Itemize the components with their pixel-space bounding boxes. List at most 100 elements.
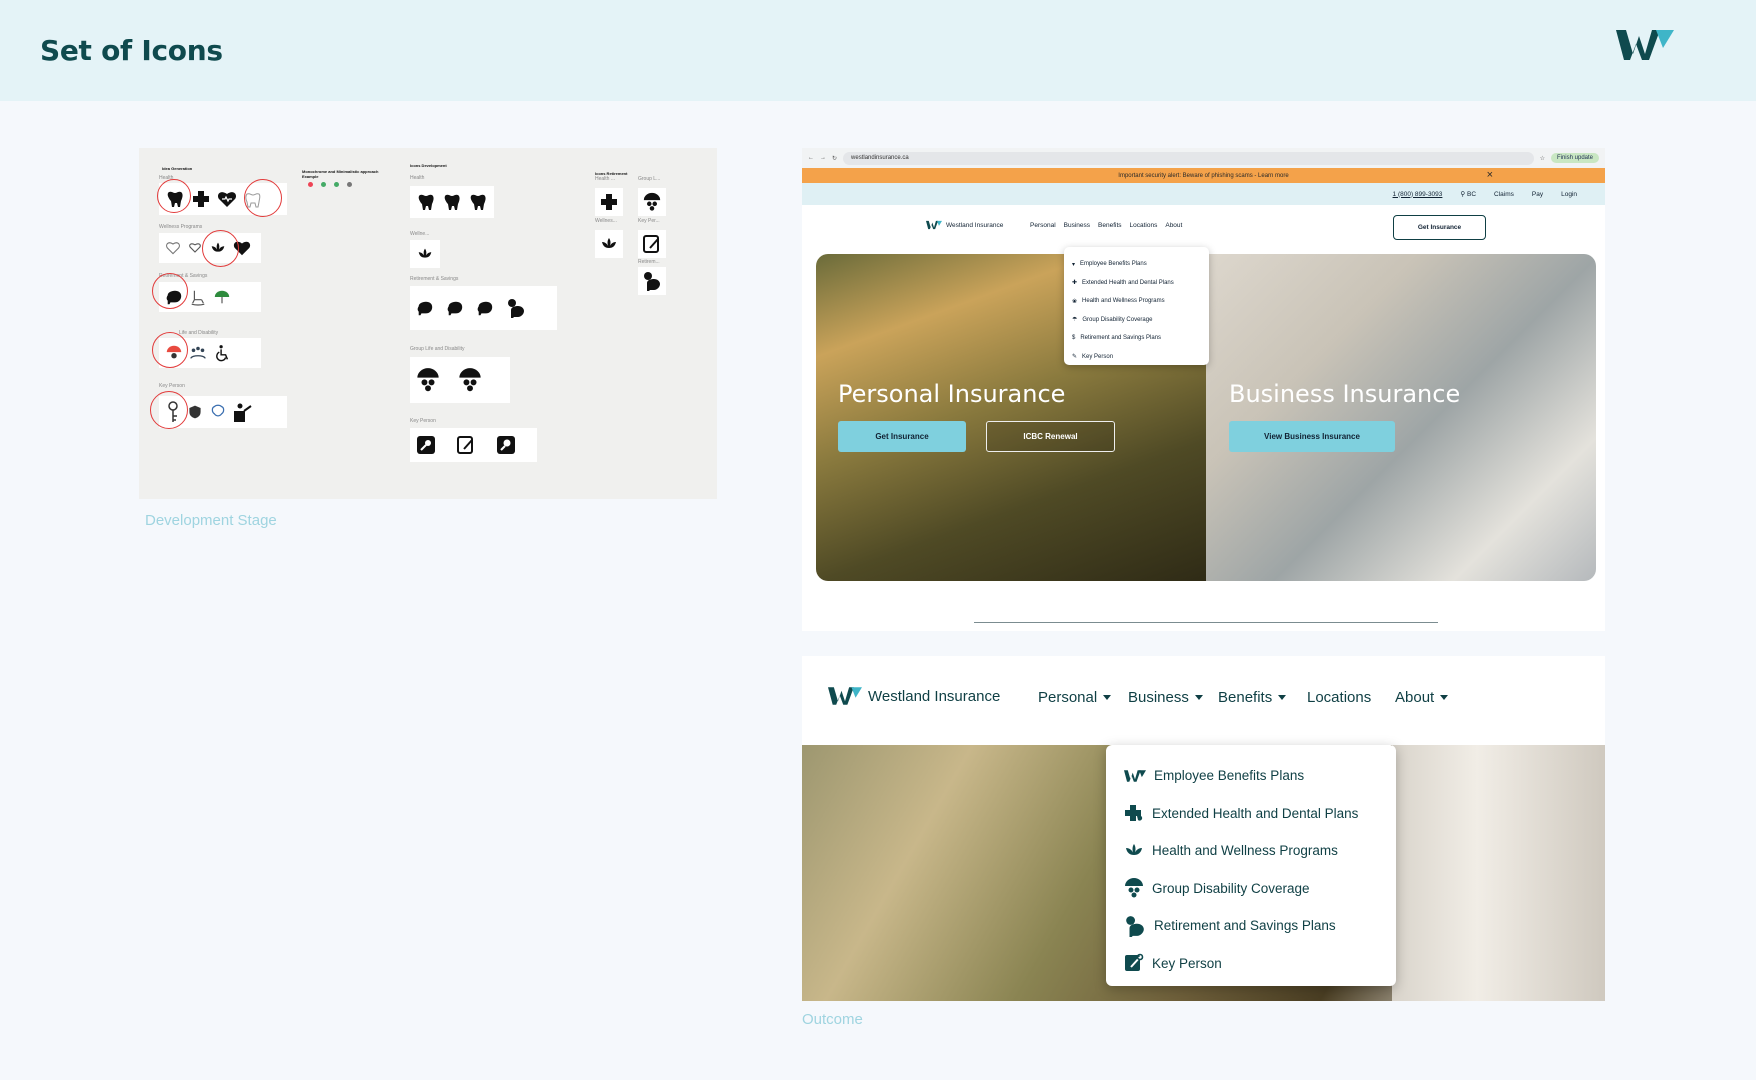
menu-item-label: Group Disability Coverage [1152, 880, 1310, 896]
menu-item-label: Extended Health and Dental Plans [1082, 279, 1174, 286]
menu-item-label: Health and Wellness Programs [1152, 843, 1338, 859]
menu-item-label: Extended Health and Dental Plans [1152, 805, 1359, 821]
menu-item-extended-health[interactable]: Extended Health and Dental Plans [1124, 795, 1396, 833]
piggy-dollar-icon [508, 299, 524, 318]
highlight-ring [150, 391, 188, 429]
menu-item-retirement[interactable]: $ Retirement and Savings Plans [1072, 329, 1201, 348]
outcome-nav-business[interactable]: Business [1128, 689, 1203, 706]
dot-icon [334, 181, 339, 187]
piggy-dollar-icon [644, 272, 660, 291]
phone-link[interactable]: 1 (800) 899-3093 [1393, 191, 1443, 198]
label-wellnes3: Wellnes... [595, 218, 617, 224]
close-icon[interactable]: × [1487, 169, 1493, 181]
label-keyper3: Key Per... [638, 218, 660, 224]
menu-item-group-disability[interactable]: ☂ Group Disability Coverage [1072, 311, 1201, 330]
dev-health-tile [410, 186, 494, 218]
star-icon[interactable]: ☆ [1540, 155, 1545, 162]
label-wellne: Wellne... [410, 231, 430, 237]
outcome-caption: Outcome [802, 1011, 863, 1028]
dev-retirement-tile [410, 286, 557, 330]
menu-item-key-person[interactable]: Key Person [1124, 945, 1396, 983]
health-cross-icon [1125, 805, 1143, 822]
heart-outline-icon [166, 242, 180, 255]
nav-business[interactable]: Business [1064, 222, 1090, 229]
lotus-icon [602, 238, 616, 248]
alert-text[interactable]: Important security alert: Beware of phis… [1118, 173, 1288, 179]
outcome-nav-locations[interactable]: Locations [1307, 689, 1371, 706]
menu-item-group-disability[interactable]: Group Disability Coverage [1124, 870, 1396, 908]
highlight-ring [152, 332, 188, 368]
chevron-down-icon [1103, 695, 1112, 700]
site-brand[interactable]: Westland Insurance [926, 220, 1003, 230]
business-hero-image [1206, 254, 1596, 581]
reload-icon[interactable]: ↻ [832, 155, 837, 162]
development-caption: Development Stage [145, 512, 277, 529]
westland-logo-icon [828, 687, 862, 705]
ret-key-tile [638, 230, 666, 258]
forward-icon[interactable]: → [820, 155, 826, 161]
group-icon [190, 346, 206, 359]
label-key2: Key Person [410, 418, 436, 424]
menu-item-employee-benefits[interactable]: Employee Benefits Plans [1124, 757, 1396, 795]
menu-item-employee-benefits[interactable]: ▾ Employee Benefits Plans [1072, 255, 1201, 274]
nav-label: Benefits [1218, 689, 1273, 706]
outcome-brand[interactable]: Westland Insurance [828, 686, 1000, 706]
key-document-icon [457, 436, 473, 454]
dot-icon [321, 181, 326, 187]
person-key-icon [234, 403, 252, 422]
umbrella-icon [214, 290, 230, 304]
label-key: Key Person [159, 383, 185, 389]
menu-item-label: Retirement and Savings Plans [1080, 335, 1162, 342]
tooth-icon [470, 194, 486, 210]
menu-item-retirement[interactable]: Retirement and Savings Plans [1124, 907, 1396, 945]
piggy-bank-icon: $ [1072, 335, 1076, 342]
chevron-down-icon [1278, 695, 1287, 700]
back-icon[interactable]: ← [808, 155, 814, 161]
view-business-insurance-button[interactable]: View Business Insurance [1229, 421, 1395, 452]
label-wellness: Wellness Programs [159, 224, 203, 230]
outcome-nav-benefits[interactable]: Benefits [1218, 689, 1287, 706]
umbrella-group-icon [459, 368, 481, 392]
key-document-icon: ✎ [1072, 354, 1078, 361]
label-retirem3: Retirem... [638, 259, 660, 265]
icbc-renewal-button[interactable]: ICBC Renewal [986, 421, 1115, 452]
ret-group-tile [638, 188, 666, 216]
label-group-life: Group Life and Disability [410, 346, 465, 352]
tooth-icon [418, 194, 434, 210]
heading-mono: Monochrome and Minimalistic approach Exa… [302, 169, 379, 179]
outcome-nav-personal[interactable]: Personal [1038, 689, 1112, 706]
nav-benefits[interactable]: Benefits [1098, 222, 1122, 229]
outcome-panel: Westland Insurance Personal Business Ben… [802, 656, 1605, 1001]
nav-items: Personal Business Benefits Locations Abo… [1030, 222, 1182, 229]
nav-locations[interactable]: Locations [1130, 222, 1158, 229]
menu-item-label: Employee Benefits Plans [1080, 261, 1147, 268]
menu-item-wellness[interactable]: Health and Wellness Programs [1124, 832, 1396, 870]
plus-icon [193, 191, 209, 207]
benefits-dropdown: ▾ Employee Benefits Plans ✚ Extended Healt… [1064, 247, 1209, 365]
menu-item-wellness[interactable]: ❀ Health and Wellness Programs [1072, 292, 1201, 311]
umbrella-group-icon [1125, 878, 1143, 898]
shield-icon [189, 405, 201, 419]
nav-about[interactable]: About [1165, 222, 1182, 229]
nav-label: Personal [1038, 689, 1098, 706]
menu-item-extended-health[interactable]: ✚ Extended Health and Dental Plans [1072, 274, 1201, 293]
nav-personal[interactable]: Personal [1030, 222, 1056, 229]
personal-get-insurance-button[interactable]: Get Insurance [838, 421, 966, 452]
westland-logo-icon [926, 220, 942, 230]
get-insurance-button[interactable]: Get Insurance [1393, 215, 1486, 240]
lotus-icon [418, 248, 432, 258]
address-bar[interactable]: westlandinsurance.ca [843, 151, 1534, 165]
pay-link[interactable]: Pay [1532, 191, 1543, 198]
westland-logo-icon [1616, 30, 1674, 60]
menu-item-label: Key Person [1082, 353, 1114, 360]
claims-link[interactable]: Claims [1494, 191, 1514, 198]
dev-key-tile [410, 428, 537, 462]
region-select[interactable]: ⚲ BC [1460, 190, 1476, 198]
finish-update-button[interactable]: Finish update [1550, 153, 1599, 163]
menu-item-label: Employee Benefits Plans [1154, 768, 1305, 784]
menu-item-key-person[interactable]: ✎ Key Person [1072, 348, 1201, 367]
login-link[interactable]: Login [1561, 191, 1577, 198]
outcome-nav-about[interactable]: About [1395, 689, 1449, 706]
umbrella-group-icon [643, 192, 661, 211]
ret-plus-tile [595, 188, 623, 216]
